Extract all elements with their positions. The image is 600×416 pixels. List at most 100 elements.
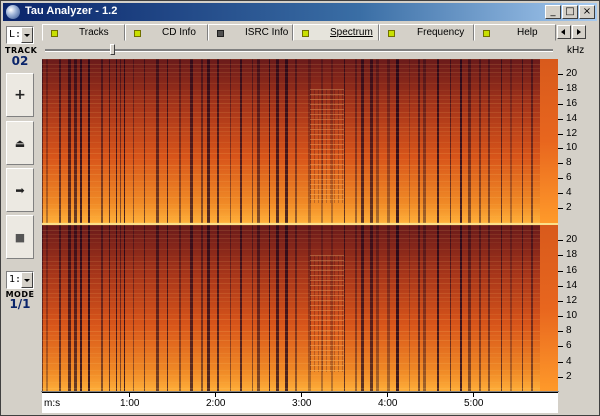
time-tick-mark — [387, 393, 388, 397]
mode-value: 1/1 — [9, 297, 31, 311]
frequency-axis: 20 18 16 14 12 10 8 6 4 2 20 18 16 14 12 10 8 6 4 2 — [558, 59, 598, 392]
frequency-tick-label: 2 — [566, 371, 572, 382]
tab-label: Tracks — [79, 27, 109, 38]
frequency-tick-mark — [558, 178, 563, 179]
frequency-tick-label: 8 — [566, 325, 572, 336]
frequency-tick-label: 2 — [566, 202, 572, 213]
frequency-tick-label: 10 — [566, 142, 578, 153]
window-title: Tau Analyzer - 1.2 — [25, 5, 118, 17]
maximize-button[interactable]: □ — [562, 5, 578, 19]
drive-select-value: L: — [9, 29, 22, 40]
plus-icon: + — [14, 87, 26, 103]
spectrogram-right-channel — [42, 225, 558, 392]
tab-spectrum[interactable]: Spectrum — [293, 24, 379, 41]
tab-isrc-info[interactable]: ISRC Info — [208, 24, 293, 41]
app-icon[interactable] — [6, 5, 20, 19]
add-button[interactable]: + — [6, 73, 34, 117]
tab-label: Spectrum — [330, 27, 373, 38]
tab-scroll-right-button[interactable] — [572, 25, 586, 39]
frequency-tick-label: 10 — [566, 310, 578, 321]
title-bar[interactable]: Tau Analyzer - 1.2 _ □ × — [3, 3, 597, 21]
spectrogram[interactable] — [42, 59, 558, 392]
slider-thumb[interactable] — [110, 44, 115, 55]
tab-scroll-left-button[interactable] — [557, 25, 571, 39]
frequency-tick-mark — [558, 89, 563, 90]
spectrum-end-band — [540, 225, 558, 392]
stop-icon: ■ — [14, 230, 26, 244]
tab-label: ISRC Info — [245, 27, 289, 38]
eject-icon: ⏏ — [14, 136, 26, 150]
time-tick-mark — [129, 393, 130, 397]
tab-frequency[interactable]: Frequency — [379, 24, 474, 41]
frequency-tick-mark — [558, 271, 563, 272]
time-tick-mark — [215, 393, 216, 397]
play-icon: ➡ — [15, 183, 25, 197]
spectrum-pattern-region — [310, 255, 344, 372]
spectrogram-left-channel — [42, 59, 558, 223]
frequency-tick-mark — [558, 119, 563, 120]
frequency-tick-label: 4 — [566, 356, 572, 367]
frequency-tick-label: 18 — [566, 83, 578, 94]
drive-select[interactable]: L: — [6, 26, 34, 44]
frequency-tick-label: 12 — [566, 295, 578, 306]
tab-label: Frequency — [417, 27, 465, 38]
frequency-tick-label: 18 — [566, 249, 578, 260]
frequency-tick-mark — [558, 301, 563, 302]
frequency-tick-mark — [558, 148, 563, 149]
frequency-unit-label: kHz — [567, 45, 585, 56]
time-tick-label: 2:00 — [206, 398, 226, 409]
chevron-down-icon[interactable] — [21, 272, 33, 288]
frequency-tick-label: 4 — [566, 187, 572, 198]
status-led — [217, 30, 224, 37]
minimize-button[interactable]: _ — [545, 5, 561, 19]
time-tick-label: 5:00 — [464, 398, 484, 409]
spectrum-harmonics — [42, 225, 540, 392]
tab-help[interactable]: Help — [474, 24, 556, 41]
status-led — [302, 30, 309, 37]
frequency-tick-label: 16 — [566, 98, 578, 109]
frequency-tick-mark — [558, 208, 563, 209]
tab-cd-info[interactable]: CD Info — [125, 24, 208, 41]
time-tick-label: 3:00 — [292, 398, 312, 409]
spectrum-end-band — [540, 59, 558, 223]
frequency-tick-label: 14 — [566, 113, 578, 124]
time-axis-label: m:s — [44, 398, 61, 409]
frequency-tick-mark — [558, 240, 563, 241]
frequency-tick-mark — [558, 346, 563, 347]
spectrum-harmonics — [42, 59, 540, 223]
close-button[interactable]: × — [579, 5, 595, 19]
frequency-tick-label: 20 — [566, 68, 578, 79]
app-window: Tau Analyzer - 1.2 _ □ × L: TRACK 02 + ⏏… — [0, 0, 600, 416]
time-tick-label: 4:00 — [378, 398, 398, 409]
tab-label: CD Info — [162, 27, 196, 38]
time-tick-label: 1:00 — [120, 398, 140, 409]
mode-select-value: 1: — [9, 274, 22, 285]
play-button[interactable]: ➡ — [6, 168, 34, 212]
time-tick-mark — [473, 393, 474, 397]
frequency-tick-mark — [558, 104, 563, 105]
frequency-tick-label: 12 — [566, 128, 578, 139]
tab-strip: Tracks CD Info ISRC Info Spectrum Freque… — [42, 24, 556, 42]
frequency-tick-label: 14 — [566, 280, 578, 291]
tab-label: Help — [517, 27, 538, 38]
spectrum-pattern-region — [310, 88, 344, 204]
tab-tracks[interactable]: Tracks — [42, 24, 125, 41]
frequency-tick-mark — [558, 377, 563, 378]
frequency-tick-mark — [558, 193, 563, 194]
time-tick-mark — [301, 393, 302, 397]
frequency-tick-label: 8 — [566, 157, 572, 168]
frequency-tick-mark — [558, 362, 563, 363]
frequency-tick-label: 6 — [566, 340, 572, 351]
track-number: 02 — [11, 54, 29, 68]
eject-button[interactable]: ⏏ — [6, 121, 34, 165]
position-slider[interactable] — [45, 44, 553, 56]
status-led — [483, 30, 490, 37]
status-led — [51, 30, 58, 37]
stop-button[interactable]: ■ — [6, 215, 34, 259]
frequency-tick-label: 6 — [566, 172, 572, 183]
chevron-down-icon[interactable] — [21, 27, 33, 43]
time-axis: m:s 1:00 2:00 3:00 4:00 5:00 — [42, 392, 558, 413]
frequency-tick-mark — [558, 134, 563, 135]
mode-select[interactable]: 1: — [6, 271, 34, 289]
frequency-tick-mark — [558, 316, 563, 317]
